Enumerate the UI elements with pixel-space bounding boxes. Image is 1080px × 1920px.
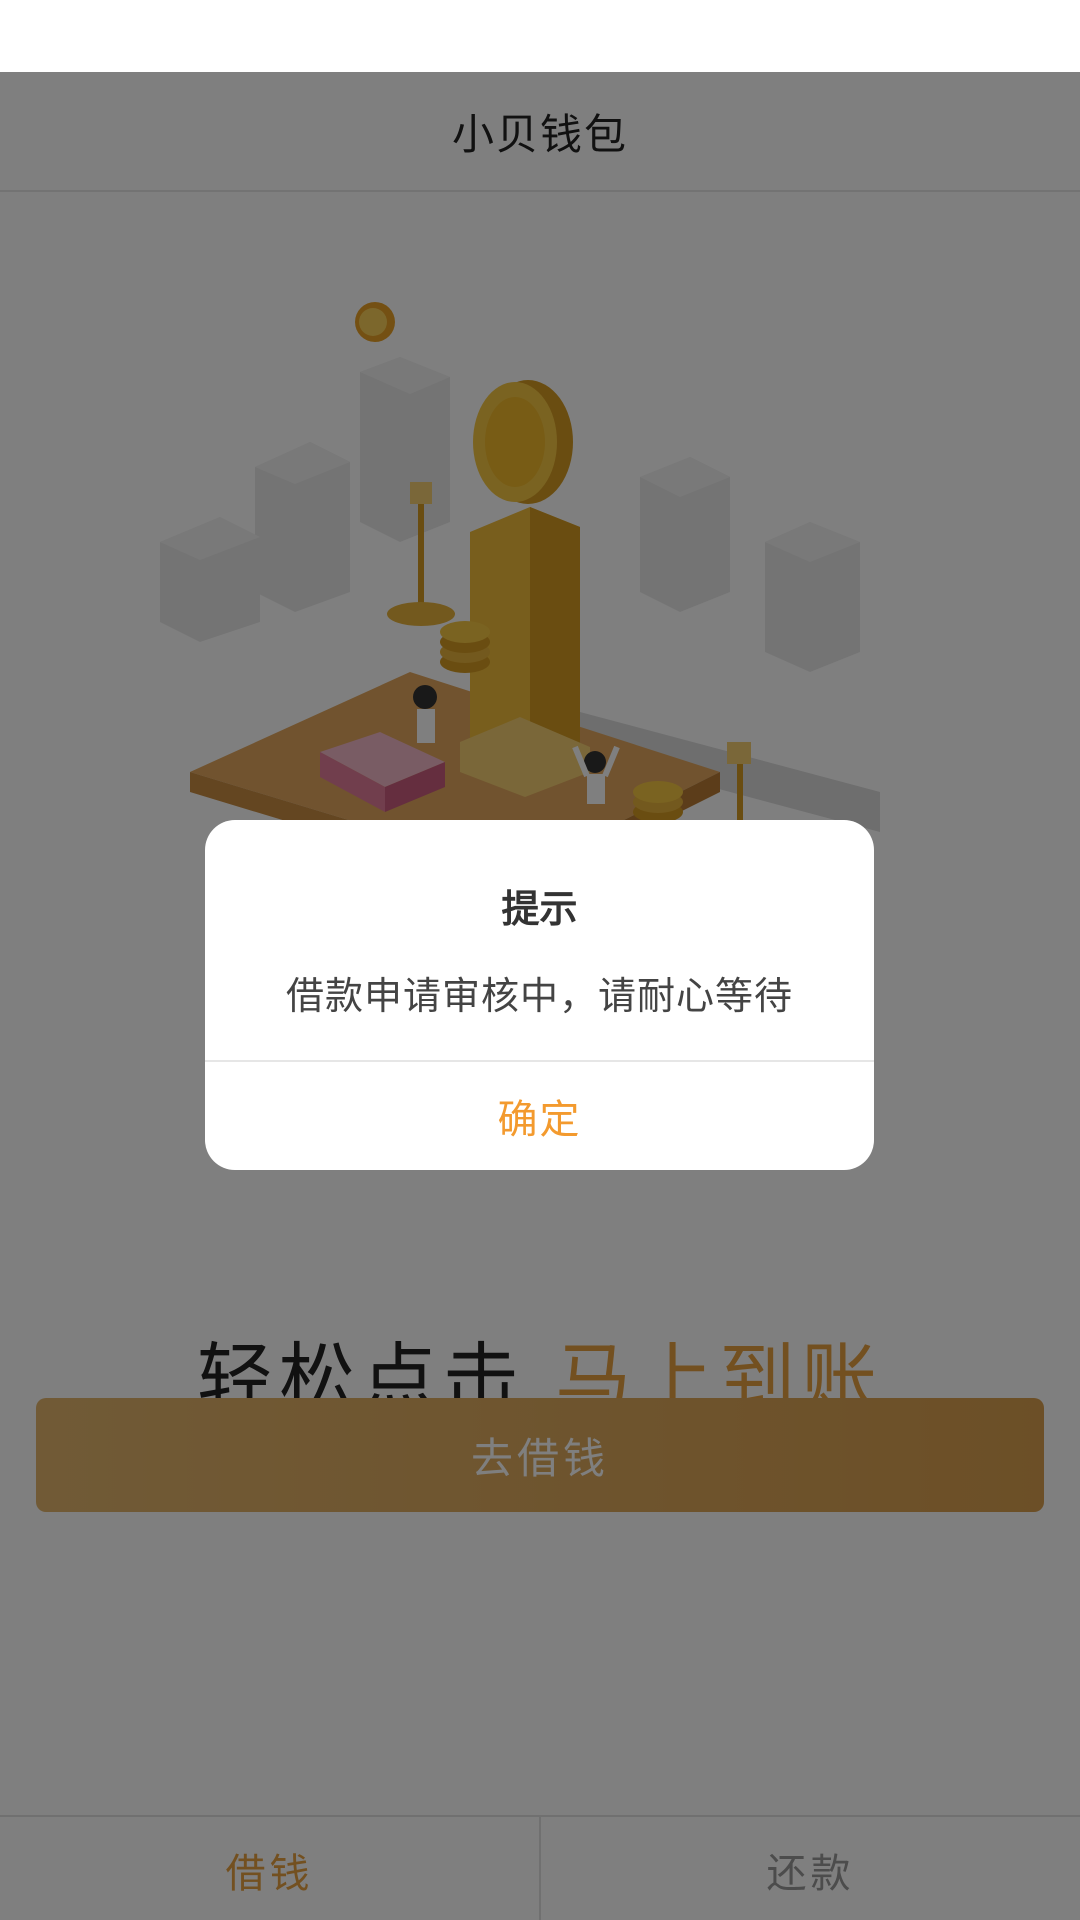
alert-dialog: 提示 借款申请审核中，请耐心等待 确定 — [205, 820, 874, 1170]
app-screen: 小贝钱包 — [0, 0, 1080, 1920]
dialog-title: 提示 — [501, 887, 578, 931]
status-bar — [0, 0, 1080, 72]
dialog-message: 借款申请审核中，请耐心等待 — [285, 974, 793, 1018]
confirm-button[interactable]: 确定 — [205, 1062, 874, 1170]
